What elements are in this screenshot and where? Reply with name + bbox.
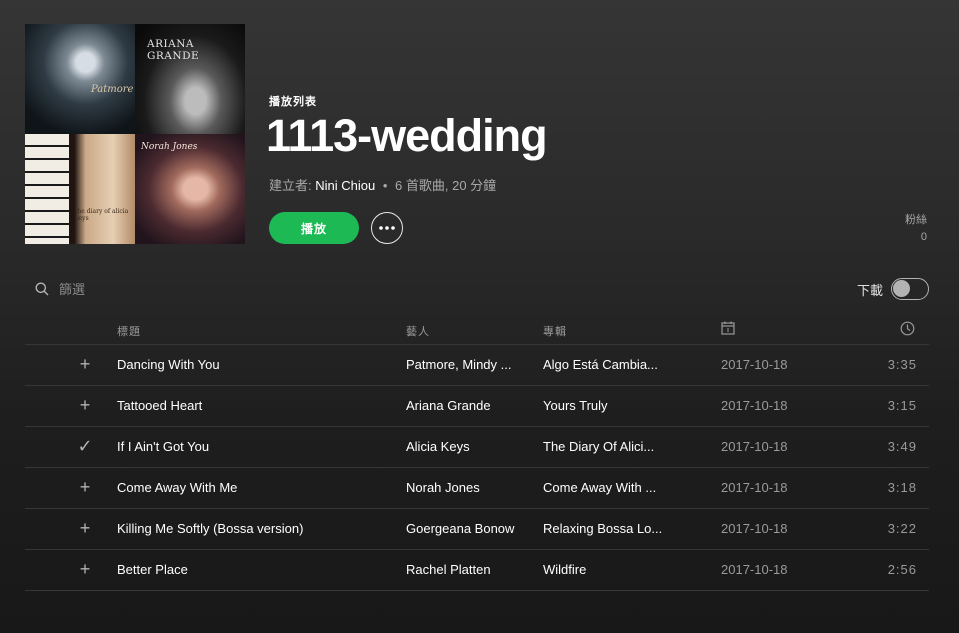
track-row[interactable]: + Come Away With Me Norah Jones Come Awa… [25, 468, 929, 509]
piano-keys-graphic [25, 134, 69, 244]
column-header-date[interactable] [721, 321, 735, 338]
track-row[interactable]: + Tattooed Heart Ariana Grande Yours Tru… [25, 386, 929, 427]
track-duration: 3:18 [887, 480, 917, 495]
track-artist[interactable]: Alicia Keys [406, 439, 470, 454]
track-row[interactable]: + Dancing With You Patmore, Mindy ... Al… [25, 345, 929, 386]
track-duration: 3:35 [887, 357, 917, 372]
column-header-album[interactable]: 專輯 [543, 323, 567, 339]
track-album[interactable]: Yours Truly [543, 398, 608, 413]
column-header-duration[interactable] [900, 321, 915, 339]
clock-icon [900, 321, 915, 336]
track-date-added: 2017-10-18 [721, 480, 788, 495]
add-to-library-button[interactable]: + [75, 518, 95, 539]
track-title[interactable]: Better Place [117, 562, 188, 577]
track-album[interactable]: Wildfire [543, 562, 586, 577]
add-to-library-button[interactable]: + [75, 559, 95, 580]
owner-link[interactable]: Nini Chiou [315, 178, 375, 193]
cover-tile-1: Patmore [25, 24, 135, 134]
search-icon [35, 282, 49, 295]
playlist-cover: Patmore ARIANA GRANDE the diary of alici… [25, 24, 245, 244]
cover-tile-text: Patmore [91, 84, 134, 95]
filter-field[interactable]: 篩選 [35, 279, 85, 298]
created-by-label: 建立者: [269, 178, 312, 193]
cover-tile-text: the diary of alicia keys [75, 208, 129, 222]
download-toggle[interactable] [891, 278, 929, 300]
cover-tile-3: the diary of alicia keys [25, 134, 135, 244]
filter-placeholder[interactable]: 篩選 [59, 279, 85, 298]
track-album[interactable]: Come Away With ... [543, 480, 656, 495]
track-row[interactable]: + Better Place Rachel Platten Wildfire 2… [25, 550, 929, 591]
track-row[interactable]: ✓ If I Ain't Got You Alicia Keys The Dia… [25, 427, 929, 468]
add-to-library-button[interactable]: + [75, 477, 95, 498]
track-title[interactable]: If I Ain't Got You [117, 439, 209, 454]
meta-separator: • [382, 178, 388, 193]
followers-label: 粉絲 [905, 214, 927, 226]
track-date-added: 2017-10-18 [721, 439, 788, 454]
track-date-added: 2017-10-18 [721, 562, 788, 577]
add-to-library-button[interactable]: + [75, 354, 95, 375]
track-date-added: 2017-10-18 [721, 398, 788, 413]
playlist-title: 1113-wedding [266, 110, 548, 161]
track-artist[interactable]: Norah Jones [406, 480, 480, 495]
playlist-type-label: 播放列表 [269, 96, 317, 108]
playlist-meta: 建立者: Nini Chiou • 6 首歌曲, 20 分鐘 [269, 175, 496, 194]
track-album[interactable]: The Diary Of Alici... [543, 439, 654, 454]
cover-tile-4: Norah Jones [135, 134, 245, 244]
cover-tile-text: ARIANA GRANDE [147, 38, 200, 62]
track-title[interactable]: Tattooed Heart [117, 398, 202, 413]
track-row[interactable]: + Killing Me Softly (Bossa version) Goer… [25, 509, 929, 550]
track-album[interactable]: Algo Está Cambia... [543, 357, 658, 372]
track-date-added: 2017-10-18 [721, 357, 788, 372]
followers-count: 0 [920, 231, 927, 243]
download-label: 下載 [856, 282, 883, 298]
download-control: 下載 [857, 278, 929, 300]
track-duration: 3:15 [887, 398, 917, 413]
tracklist-header: 標題 藝人 專輯 [25, 318, 929, 345]
track-artist[interactable]: Ariana Grande [406, 398, 491, 413]
more-options-button[interactable] [371, 212, 403, 244]
track-artist[interactable]: Rachel Platten [406, 562, 491, 577]
track-artist[interactable]: Goergeana Bonow [406, 521, 514, 536]
playlist-summary: 6 首歌曲, 20 分鐘 [395, 178, 497, 193]
track-duration: 3:22 [887, 521, 917, 536]
toggle-knob [893, 280, 910, 297]
track-title[interactable]: Come Away With Me [117, 480, 237, 495]
track-duration: 3:49 [887, 439, 917, 454]
track-duration: 2:56 [887, 562, 917, 577]
column-header-artist[interactable]: 藝人 [406, 323, 430, 339]
more-horizontal-icon [379, 226, 395, 230]
add-to-library-button[interactable]: + [75, 395, 95, 416]
followers: 粉絲 0 [905, 212, 927, 246]
play-button[interactable]: 播放 [269, 212, 359, 244]
cover-tile-2: ARIANA GRANDE [135, 24, 245, 134]
track-title[interactable]: Dancing With You [117, 357, 220, 372]
track-date-added: 2017-10-18 [721, 521, 788, 536]
cover-tile-text: Norah Jones [141, 142, 198, 152]
calendar-icon [721, 321, 735, 335]
track-title[interactable]: Killing Me Softly (Bossa version) [117, 521, 303, 536]
tracklist: + Dancing With You Patmore, Mindy ... Al… [25, 345, 929, 591]
column-header-title[interactable]: 標題 [117, 323, 141, 339]
saved-check-icon[interactable]: ✓ [75, 436, 95, 457]
track-album[interactable]: Relaxing Bossa Lo... [543, 521, 662, 536]
track-artist[interactable]: Patmore, Mindy ... [406, 357, 511, 372]
